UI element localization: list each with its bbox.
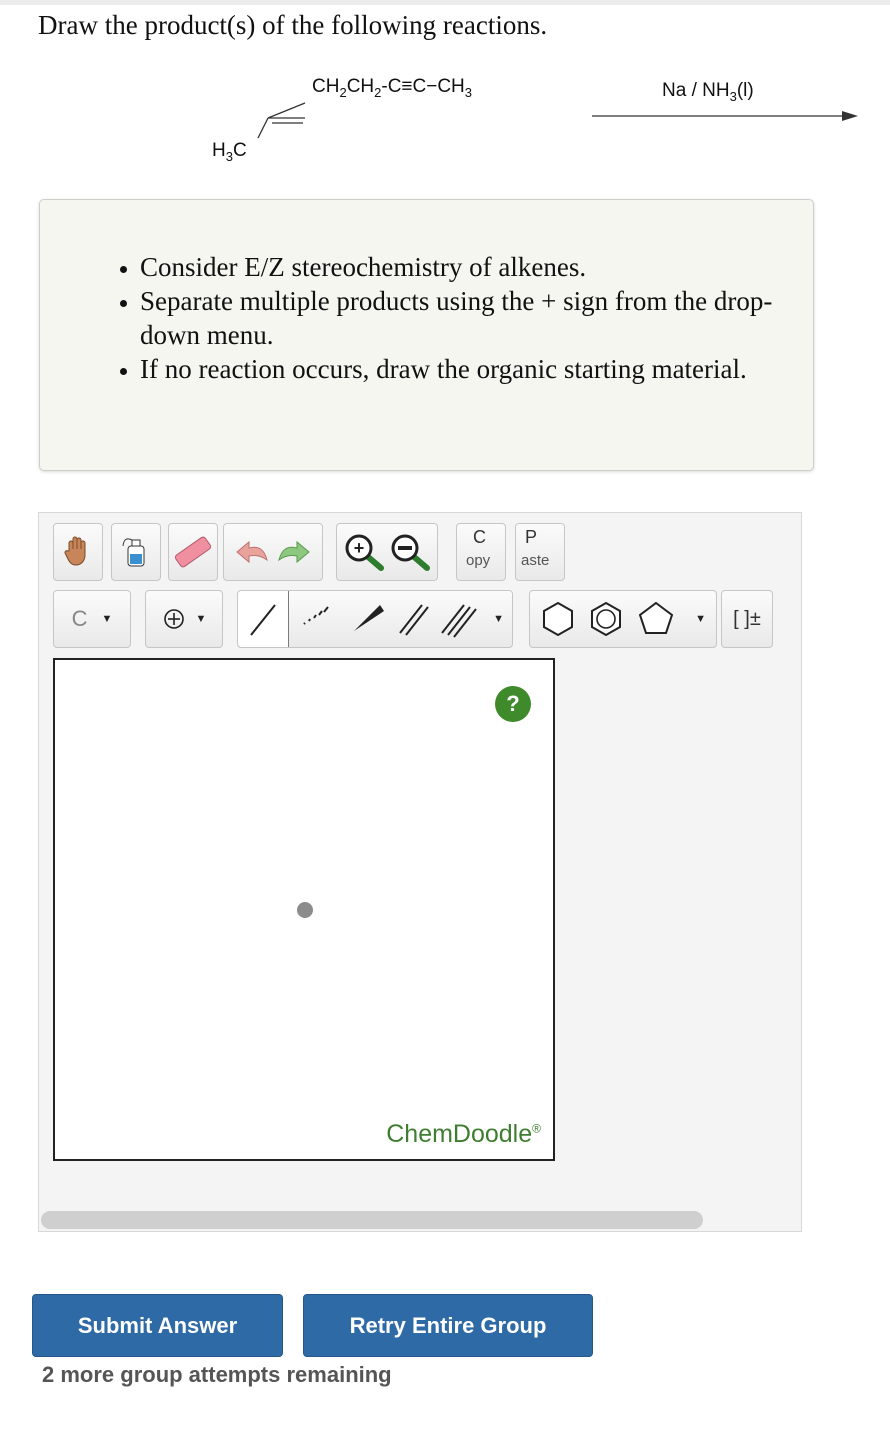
submit-answer-button[interactable]: Submit Answer [32, 1294, 283, 1357]
clear-canvas-button[interactable] [111, 523, 161, 581]
instruction-item: Consider E/Z stereochemistry of alkenes. [140, 250, 780, 284]
alkyne-chain-label: CH2CH2-C≡C−CH3 [312, 76, 473, 100]
undo-icon[interactable] [229, 534, 273, 570]
triple-bond-icon[interactable] [434, 591, 484, 647]
zoom-out-icon[interactable] [387, 532, 433, 572]
methyl-label: H3C [212, 140, 247, 164]
chemdoodle-logo: ChemDoodle® [386, 1120, 541, 1148]
copy-button[interactable]: C opy [456, 523, 506, 581]
instruction-item: Separate multiple products using the + s… [140, 284, 780, 352]
chevron-down-icon[interactable]: ▼ [695, 613, 706, 625]
zoom-group: + [336, 523, 438, 581]
benzene-icon[interactable] [584, 597, 628, 641]
chevron-down-icon: ▼ [101, 613, 113, 625]
cursor-dot [297, 902, 313, 918]
bracket-label: [ ]± [733, 607, 761, 630]
paste-button-rest: aste [521, 552, 550, 569]
single-bond-tool[interactable] [238, 591, 289, 647]
hash-bond-icon[interactable] [292, 591, 338, 647]
paste-button[interactable]: P aste [515, 523, 565, 581]
atom-label-dropdown[interactable]: C ▼ [53, 590, 131, 648]
instructions-box: Consider E/Z stereochemistry of alkenes.… [39, 199, 814, 471]
bond-tools-group: ▼ [237, 590, 513, 648]
hand-icon [64, 536, 86, 566]
chevron-down-icon[interactable]: ▼ [493, 613, 504, 625]
paste-button-letter: P [525, 527, 538, 547]
instructions-list: Consider E/Z stereochemistry of alkenes.… [40, 250, 780, 386]
ring-tools-group: ▼ [529, 590, 717, 648]
cyclopentane-icon[interactable] [634, 597, 678, 641]
atom-label: C [71, 606, 88, 631]
instruction-item: If no reaction occurs, draw the organic … [140, 352, 780, 386]
double-bond-icon[interactable] [390, 591, 436, 647]
help-button[interactable]: ? [495, 686, 531, 722]
redo-icon[interactable] [273, 534, 317, 570]
horizontal-scrollbar[interactable] [41, 1211, 703, 1229]
reaction-scheme: CH2CH2-C≡C−CH3 H3C Na / NH3(l) [0, 60, 890, 180]
chemdoodle-editor: + C opy P aste C ▼ ▼ ▼ ▼ [ ]± ? ChemDood… [38, 512, 802, 1232]
reagent-label: Na / NH3(l) [662, 80, 754, 104]
attempts-remaining: 2 more group attempts remaining [42, 1362, 392, 1387]
bracket-tool-button[interactable]: [ ]± [721, 590, 773, 648]
pan-tool-button[interactable] [53, 523, 103, 581]
reaction-arrow-head [842, 111, 858, 121]
plus-charge-icon [163, 609, 184, 629]
copy-button-letter: C [473, 527, 486, 547]
single-bond-icon [250, 604, 276, 636]
zoom-in-icon[interactable]: + [341, 532, 387, 572]
eraser-button[interactable] [168, 523, 218, 581]
question-title: Draw the product(s) of the following rea… [38, 10, 548, 40]
charge-dropdown[interactable]: ▼ [145, 590, 223, 648]
eraser-icon [174, 536, 212, 568]
drawing-canvas[interactable]: ? ChemDoodle® [53, 658, 555, 1161]
chevron-down-icon: ▼ [195, 613, 207, 625]
retry-entire-group-button[interactable]: Retry Entire Group [303, 1294, 593, 1357]
wedge-bond-icon[interactable] [344, 591, 390, 647]
svg-text:+: + [354, 538, 365, 558]
copy-button-rest: opy [466, 552, 491, 569]
top-divider [0, 0, 890, 5]
bottle-icon [122, 538, 145, 567]
undo-redo-group [223, 523, 323, 581]
cyclohexane-icon[interactable] [536, 597, 580, 641]
